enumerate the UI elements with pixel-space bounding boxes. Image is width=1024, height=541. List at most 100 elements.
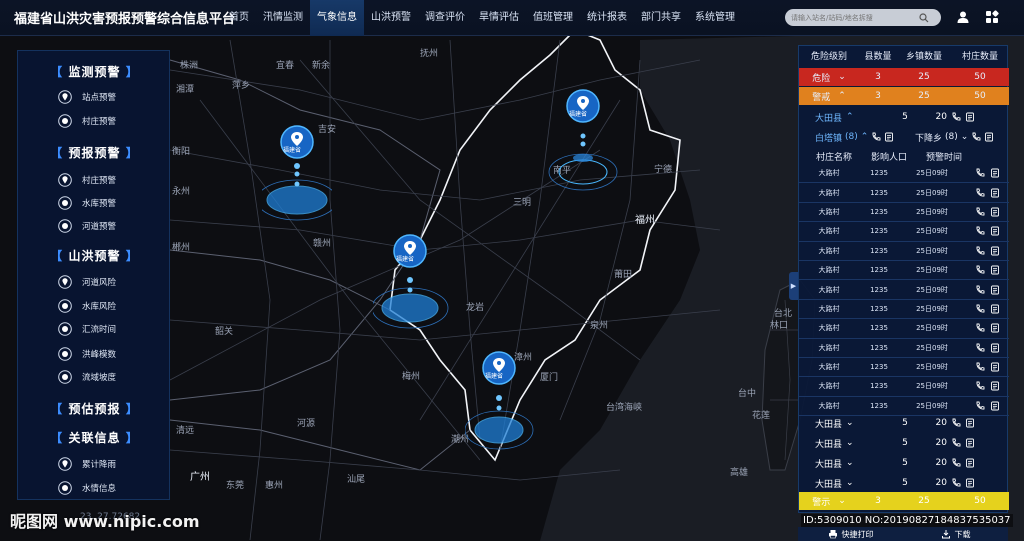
menu-item-confluence-time[interactable]: 汇流时间: [58, 321, 116, 337]
document-icon[interactable]: [990, 168, 1000, 178]
chevron-down-icon[interactable]: ⌄: [846, 458, 854, 468]
search-input[interactable]: [791, 13, 919, 22]
village-row[interactable]: 大路村 1235 25日09时: [799, 203, 1009, 223]
warning-pin[interactable]: 福建省: [548, 88, 628, 201]
village-row[interactable]: 大路村 1235 25日09时: [799, 377, 1009, 397]
menu-item-basin-slope[interactable]: 流域坡度: [58, 369, 116, 385]
chevron-down-icon[interactable]: ⌄: [838, 496, 846, 506]
village-row[interactable]: 大路村 1235 25日09时: [799, 300, 1009, 320]
village-row[interactable]: 大路村 1235 25日09时: [799, 319, 1009, 339]
level-row-danger[interactable]: 危险 ⌄ 3 25 50: [799, 68, 1009, 86]
warning-pin[interactable]: 福建省: [256, 124, 338, 227]
menu-item-reservoir-forecast[interactable]: 水库预警: [58, 195, 116, 211]
menu-item-water-info[interactable]: 水情信息: [58, 480, 116, 496]
county-row[interactable]: 大田县 ⌄ 5 20: [799, 453, 1009, 473]
nav-home[interactable]: 首页: [222, 0, 256, 36]
document-icon[interactable]: [990, 285, 1000, 295]
warning-pin[interactable]: 福建省: [371, 234, 453, 337]
document-icon[interactable]: [965, 418, 975, 428]
document-icon[interactable]: [990, 304, 1000, 314]
phone-icon[interactable]: [975, 265, 985, 275]
phone-icon[interactable]: [975, 188, 985, 198]
nav-statistics-report[interactable]: 统计报表: [580, 0, 634, 36]
chevron-down-icon[interactable]: ⌄: [846, 438, 854, 448]
document-icon[interactable]: [990, 381, 1000, 391]
nav-weather-info[interactable]: 气象信息: [310, 0, 364, 36]
nav-survey-evaluation[interactable]: 调查评价: [418, 0, 472, 36]
phone-icon[interactable]: [975, 401, 985, 411]
document-icon[interactable]: [990, 246, 1000, 256]
nav-drought-assessment[interactable]: 旱情评估: [472, 0, 526, 36]
village-row[interactable]: 大路村 1235 25日09时: [799, 280, 1009, 300]
phone-icon[interactable]: [951, 112, 961, 122]
document-icon[interactable]: [965, 112, 975, 122]
county-row-expanded[interactable]: 大田县 ⌃ 5 20: [799, 107, 1009, 127]
document-icon[interactable]: [965, 458, 975, 468]
menu-item-river-risk[interactable]: 河道风险: [58, 274, 116, 290]
phone-icon[interactable]: [871, 132, 881, 142]
menu-item-station-warning[interactable]: 站点预警: [58, 89, 116, 105]
chevron-down-icon[interactable]: ⌄: [846, 418, 854, 428]
level-row-alert[interactable]: 警戒 ⌃ 3 25 50: [799, 87, 1009, 105]
nav-department-share[interactable]: 部门共享: [634, 0, 688, 36]
chevron-up-icon[interactable]: ⌃: [861, 132, 869, 142]
chevron-down-icon[interactable]: ⌄: [961, 132, 969, 142]
quick-print-button[interactable]: 快捷打印: [798, 527, 903, 541]
phone-icon[interactable]: [975, 226, 985, 236]
document-icon[interactable]: [990, 343, 1000, 353]
document-icon[interactable]: [884, 132, 894, 142]
document-icon[interactable]: [965, 478, 975, 488]
next-town-name[interactable]: 下降乡: [915, 131, 942, 144]
document-icon[interactable]: [990, 188, 1000, 198]
chevron-down-icon[interactable]: ⌄: [838, 72, 846, 82]
menu-item-cumulative-rainfall[interactable]: 累计降雨: [58, 456, 116, 472]
document-icon[interactable]: [990, 401, 1000, 411]
phone-icon[interactable]: [975, 323, 985, 333]
search-icon[interactable]: [919, 12, 929, 23]
county-row[interactable]: 大田县 ⌄ 5 20: [799, 413, 1009, 433]
chevron-down-icon[interactable]: ⌄: [846, 478, 854, 488]
collapse-panel-button[interactable]: ▶: [789, 272, 798, 300]
phone-icon[interactable]: [975, 207, 985, 217]
document-icon[interactable]: [990, 226, 1000, 236]
phone-icon[interactable]: [951, 418, 961, 428]
town-name[interactable]: 白塔镇: [815, 131, 842, 144]
phone-icon[interactable]: [951, 458, 961, 468]
document-icon[interactable]: [984, 132, 994, 142]
phone-icon[interactable]: [975, 285, 985, 295]
warning-pin[interactable]: 福建省: [464, 350, 545, 463]
phone-icon[interactable]: [975, 343, 985, 353]
user-icon[interactable]: [956, 10, 970, 24]
nav-duty-management[interactable]: 值班管理: [526, 0, 580, 36]
phone-icon[interactable]: [975, 168, 985, 178]
document-icon[interactable]: [965, 438, 975, 448]
phone-icon[interactable]: [951, 438, 961, 448]
village-row[interactable]: 大路村 1235 25日09时: [799, 164, 1009, 184]
document-icon[interactable]: [990, 323, 1000, 333]
document-icon[interactable]: [990, 362, 1000, 372]
menu-item-flood-peak-modulus[interactable]: 洪峰模数: [58, 346, 116, 362]
phone-icon[interactable]: [975, 362, 985, 372]
village-row[interactable]: 大路村 1235 25日09时: [799, 183, 1009, 203]
menu-item-village-forecast[interactable]: 村庄预警: [58, 172, 116, 188]
phone-icon[interactable]: [975, 381, 985, 391]
phone-icon[interactable]: [975, 246, 985, 256]
village-row[interactable]: 大路村 1235 25日09时: [799, 261, 1009, 281]
nav-system-management[interactable]: 系统管理: [688, 0, 742, 36]
village-row[interactable]: 大路村 1235 25日09时: [799, 358, 1009, 378]
village-row[interactable]: 大路村 1235 25日09时: [799, 339, 1009, 358]
county-row[interactable]: 大田县 ⌄ 5 20: [799, 473, 1009, 493]
phone-icon[interactable]: [971, 132, 981, 142]
document-icon[interactable]: [990, 265, 1000, 275]
menu-item-village-warning[interactable]: 村庄预警: [58, 113, 116, 129]
phone-icon[interactable]: [975, 304, 985, 314]
download-button[interactable]: 下载: [903, 527, 1008, 541]
level-row-warning[interactable]: 警示 ⌄ 3 25 50: [799, 492, 1009, 510]
section-title-estimate[interactable]: 【 预估预报 】: [18, 400, 171, 417]
chevron-up-icon[interactable]: ⌃: [846, 112, 854, 122]
nav-flash-flood-warning[interactable]: 山洪预警: [364, 0, 418, 36]
village-row[interactable]: 大路村 1235 25日09时: [799, 242, 1009, 261]
chevron-up-icon[interactable]: ⌃: [838, 91, 846, 101]
village-row[interactable]: 大路村 1235 25日09时: [799, 222, 1009, 242]
menu-item-reservoir-risk[interactable]: 水库风险: [58, 298, 116, 314]
